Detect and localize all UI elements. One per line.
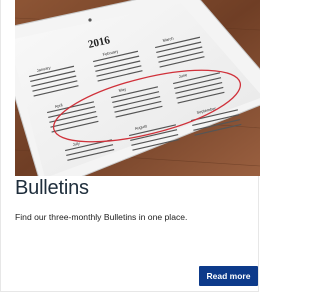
- bulletins-card[interactable]: 2016 January February March April May Ju…: [0, 0, 260, 292]
- calendar-tablet-image: 2016 January February March April May Ju…: [15, 0, 260, 176]
- read-more-button[interactable]: Read more: [199, 266, 258, 286]
- card-description: Find our three-monthly Bulletins in one …: [15, 212, 188, 222]
- card-title: Bulletins: [15, 177, 89, 199]
